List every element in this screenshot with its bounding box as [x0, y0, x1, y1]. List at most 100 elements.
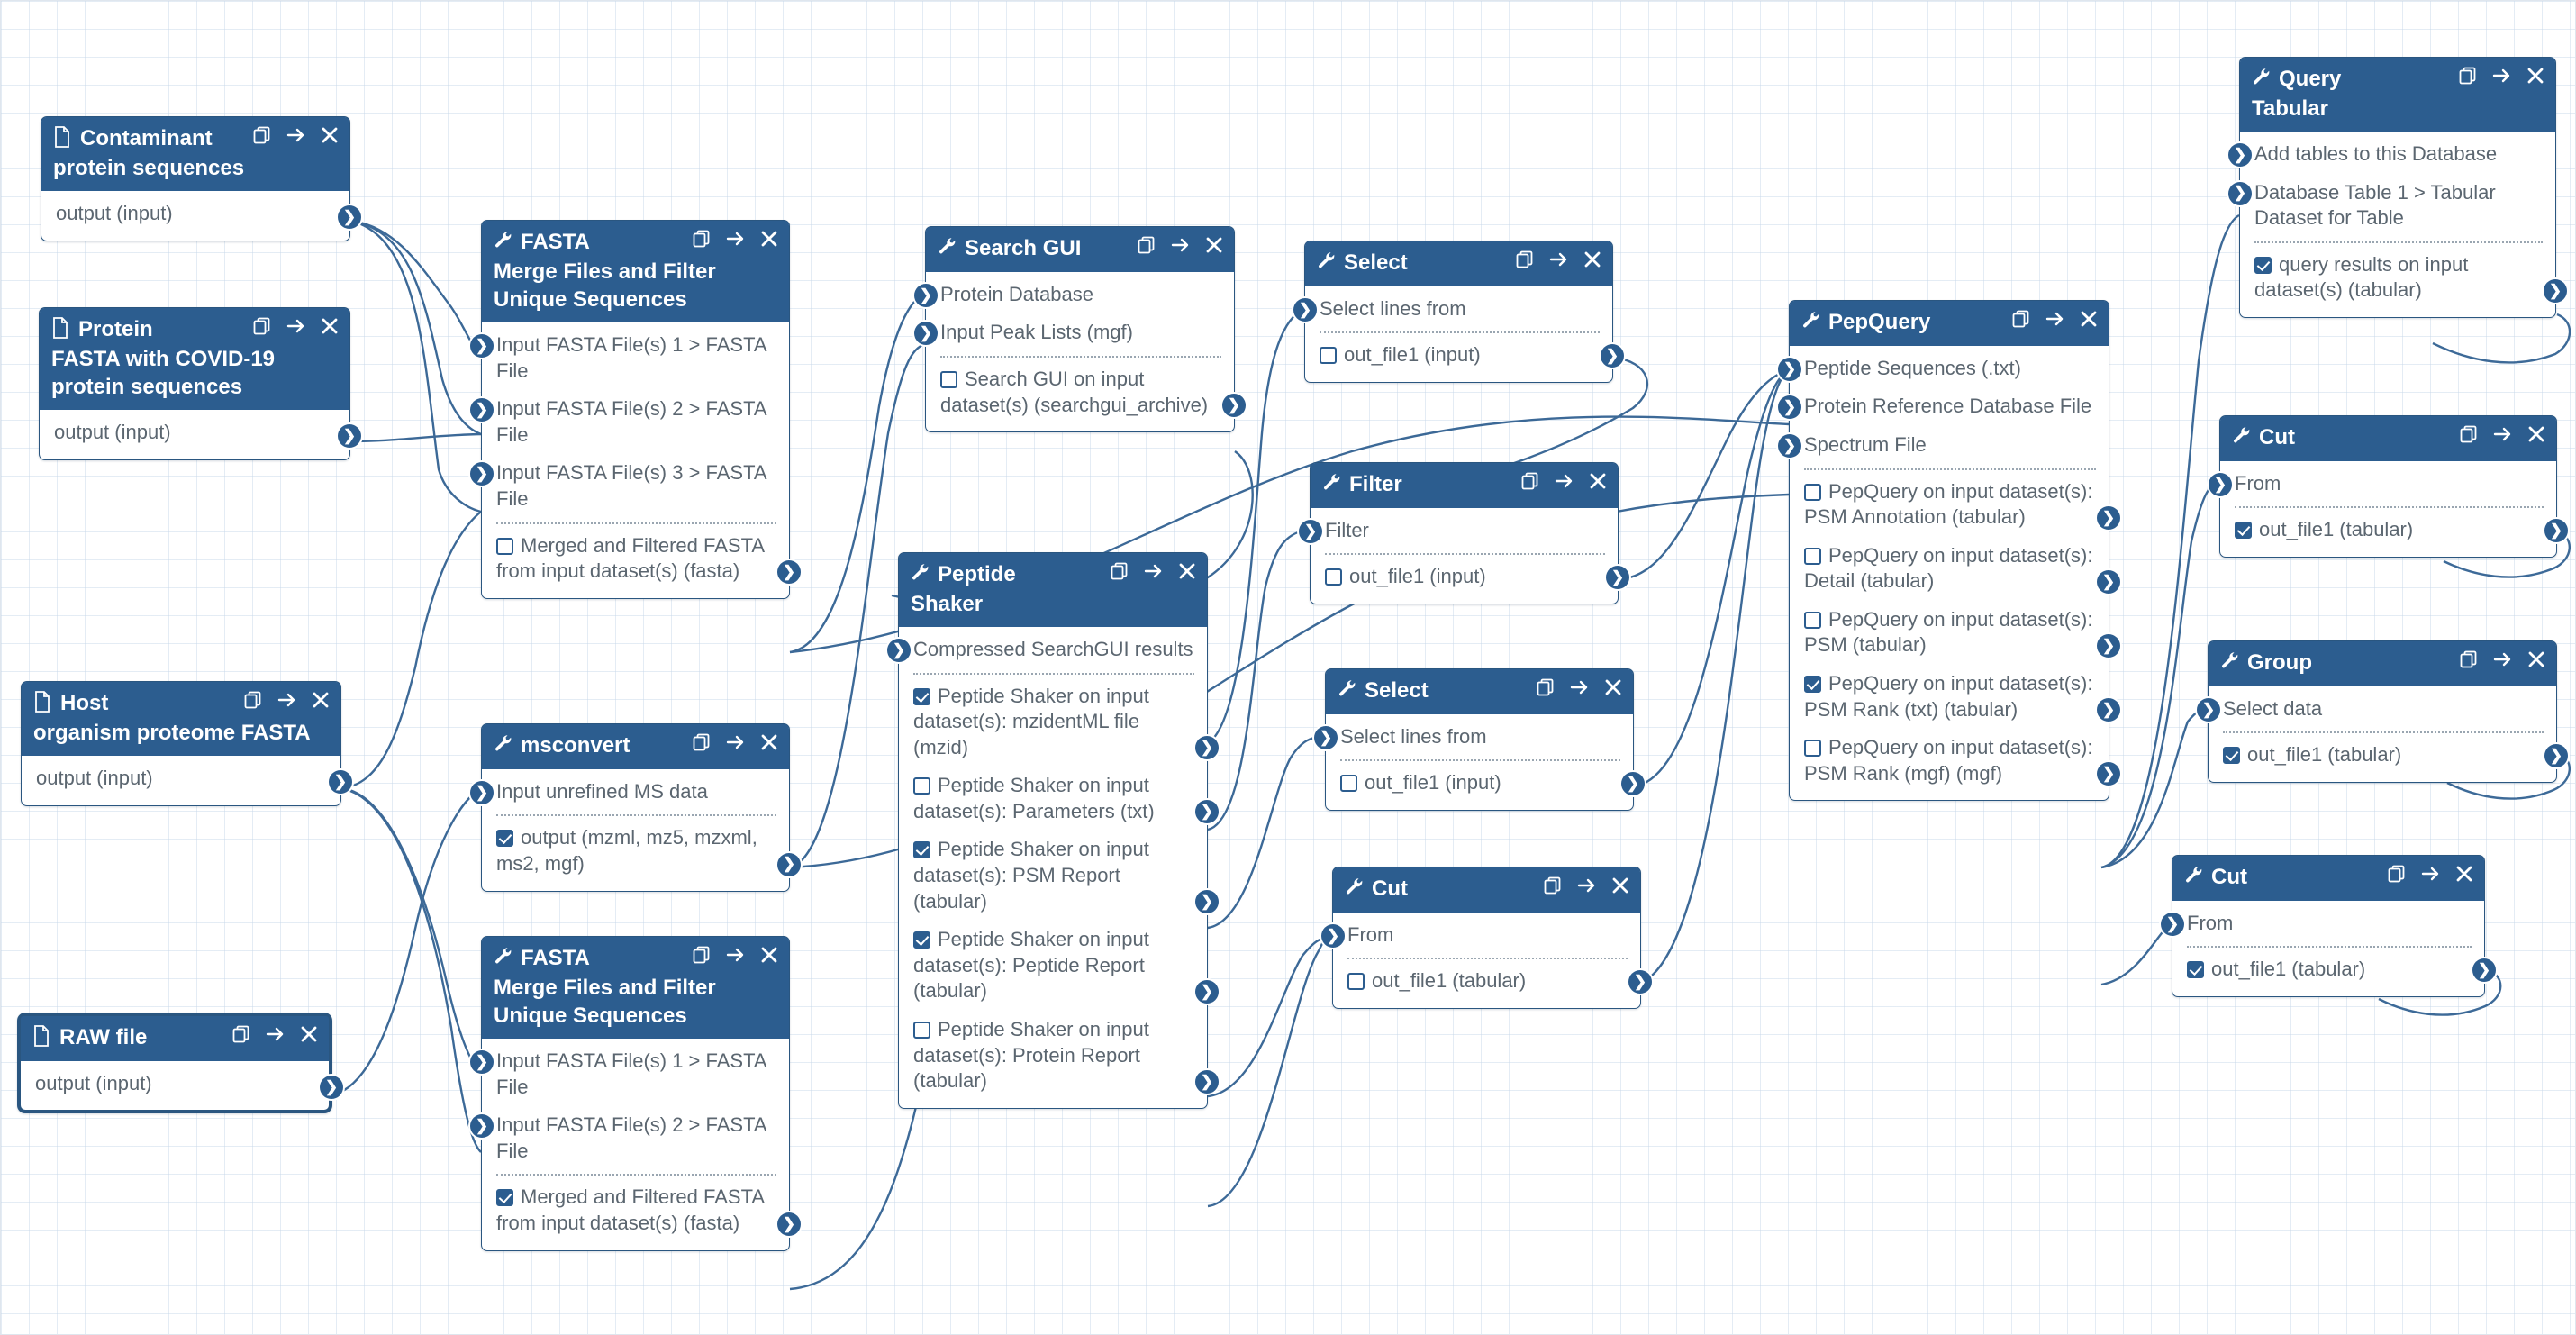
connection-terminal-icon[interactable]: ❯ — [777, 1212, 801, 1236]
output-checkbox[interactable] — [1804, 676, 1821, 694]
input-row[interactable]: Filter ❯ — [1299, 512, 1618, 550]
duplicate-icon[interactable] — [2011, 309, 2031, 329]
close-icon[interactable] — [1589, 472, 1607, 490]
connection-terminal-icon[interactable]: ❯ — [2544, 519, 2568, 543]
input-row[interactable]: Select lines from ❯ — [1314, 718, 1633, 757]
output-row[interactable]: out_file1 (input) ❯ — [1305, 336, 1624, 375]
arrow-right-icon[interactable] — [2045, 309, 2065, 329]
close-icon[interactable] — [321, 126, 339, 144]
output-checkbox[interactable] — [1347, 973, 1365, 991]
duplicate-icon[interactable] — [252, 316, 272, 336]
arrow-right-icon[interactable] — [726, 229, 746, 249]
connection-terminal-icon[interactable]: ❯ — [887, 638, 911, 662]
close-icon[interactable] — [1604, 678, 1622, 696]
output-row[interactable]: output (input) ❯ — [40, 413, 361, 452]
duplicate-icon[interactable] — [252, 125, 272, 145]
output-checkbox[interactable] — [496, 537, 513, 555]
output-checkbox[interactable] — [1804, 547, 1821, 565]
node-header[interactable]: Peptide Shaker — [899, 553, 1207, 627]
output-row[interactable]: out_file1 (tabular) ❯ — [2220, 511, 2568, 549]
output-checkbox[interactable] — [1320, 347, 1337, 365]
connection-terminal-icon[interactable]: ❯ — [470, 398, 494, 422]
node-fasta-merge-2[interactable]: FASTA Merge Files and Filter Unique Sequ… — [470, 936, 801, 1251]
close-icon[interactable] — [2527, 650, 2545, 668]
duplicate-icon[interactable] — [1536, 677, 1556, 697]
output-row[interactable]: query results on input dataset(s) (tabul… — [2240, 246, 2567, 310]
output-checkbox[interactable] — [2187, 961, 2204, 979]
node-header[interactable]: FASTA Merge Files and Filter Unique Sequ… — [482, 221, 789, 323]
node-header[interactable]: Cut — [2172, 856, 2484, 901]
output-checkbox[interactable] — [1804, 483, 1821, 501]
connection-terminal-icon[interactable]: ❯ — [1321, 923, 1345, 948]
node-group[interactable]: Group Select data ❯ out_file1 (tabular) … — [2197, 640, 2568, 783]
input-row[interactable]: Peptide Sequences (.txt) ❯ — [1778, 350, 2109, 388]
connection-terminal-icon[interactable]: ❯ — [1606, 566, 1629, 590]
connection-terminal-icon[interactable]: ❯ — [1314, 725, 1338, 749]
input-row[interactable]: Input unrefined MS data ❯ — [470, 773, 789, 812]
output-row[interactable]: Peptide Shaker on input dataset(s): Pept… — [899, 921, 1219, 1011]
arrow-right-icon[interactable] — [266, 1024, 286, 1044]
output-checkbox[interactable] — [2254, 256, 2272, 274]
node-query-tabular[interactable]: Query Tabular Add tables to this Databas… — [2228, 57, 2567, 318]
node-select-2[interactable]: Select Select lines from ❯ out_file1 (in… — [1314, 668, 1645, 811]
arrow-right-icon[interactable] — [726, 732, 746, 752]
node-header[interactable]: Host organism proteome FASTA — [22, 682, 340, 756]
arrow-right-icon[interactable] — [286, 316, 306, 336]
node-protein[interactable]: Protein FASTA with COVID-19 protein sequ… — [39, 307, 361, 460]
duplicate-icon[interactable] — [2459, 649, 2479, 669]
duplicate-icon[interactable] — [2387, 864, 2407, 884]
close-icon[interactable] — [312, 691, 330, 709]
close-icon[interactable] — [1178, 562, 1196, 580]
node-select-1[interactable]: Select Select lines from ❯ out_file1 (in… — [1293, 241, 1624, 383]
duplicate-icon[interactable] — [2459, 424, 2479, 444]
node-header[interactable]: PepQuery — [1790, 301, 2109, 346]
connection-terminal-icon[interactable]: ❯ — [2209, 472, 2232, 496]
connection-terminal-icon[interactable]: ❯ — [1628, 970, 1652, 994]
node-peptide-shaker[interactable]: Peptide Shaker Compressed SearchGUI resu… — [887, 552, 1219, 1109]
output-checkbox[interactable] — [913, 1022, 930, 1040]
node-header[interactable]: Contaminant protein sequences — [41, 117, 349, 191]
input-row[interactable]: Input FASTA File(s) 1 > FASTA File ❯ — [470, 1042, 789, 1106]
connection-terminal-icon[interactable]: ❯ — [777, 559, 801, 584]
close-icon[interactable] — [1205, 236, 1223, 254]
node-header[interactable]: Filter — [1311, 463, 1618, 508]
connection-terminal-icon[interactable]: ❯ — [329, 769, 352, 794]
output-checkbox[interactable] — [913, 777, 930, 795]
output-row[interactable]: Peptide Shaker on input dataset(s): PSM … — [899, 831, 1219, 921]
input-row[interactable]: Compressed SearchGUI results ❯ — [887, 631, 1207, 669]
connection-terminal-icon[interactable]: ❯ — [2097, 634, 2120, 658]
output-row[interactable]: PepQuery on input dataset(s): Detail (ta… — [1790, 537, 2120, 601]
output-checkbox[interactable] — [496, 1189, 513, 1207]
node-header[interactable]: Cut — [1333, 867, 1640, 913]
input-row[interactable]: From ❯ — [2161, 904, 2484, 943]
connection-terminal-icon[interactable]: ❯ — [2097, 505, 2120, 530]
input-row[interactable]: Add tables to this Database ❯ — [2228, 135, 2555, 174]
input-row[interactable]: Spectrum File ❯ — [1778, 426, 2109, 465]
input-row[interactable]: From ❯ — [2209, 465, 2556, 504]
arrow-right-icon[interactable] — [2493, 649, 2513, 669]
output-row[interactable]: out_file1 (tabular) ❯ — [1333, 962, 1652, 1001]
duplicate-icon[interactable] — [1543, 876, 1563, 895]
output-row[interactable]: PepQuery on input dataset(s): PSM Annota… — [1790, 473, 2120, 537]
connection-terminal-icon[interactable]: ❯ — [777, 852, 801, 876]
output-row[interactable]: Search GUI on input dataset(s) (searchgu… — [926, 360, 1246, 424]
duplicate-icon[interactable] — [243, 690, 263, 710]
workflow-canvas[interactable]: Contaminant protein sequences output (in… — [0, 0, 2576, 1335]
connection-terminal-icon[interactable]: ❯ — [470, 780, 494, 804]
node-header[interactable]: Protein FASTA with COVID-19 protein sequ… — [40, 308, 349, 411]
connection-terminal-icon[interactable]: ❯ — [1195, 890, 1219, 914]
connection-terminal-icon[interactable]: ❯ — [470, 334, 494, 359]
output-row[interactable]: out_file1 (input) ❯ — [1326, 764, 1645, 803]
node-header[interactable]: RAW file — [21, 1016, 329, 1061]
connection-terminal-icon[interactable]: ❯ — [338, 204, 361, 229]
output-row[interactable]: out_file1 (tabular) ❯ — [2209, 736, 2568, 775]
connection-terminal-icon[interactable]: ❯ — [1601, 344, 1624, 368]
connection-terminal-icon[interactable]: ❯ — [2228, 142, 2252, 167]
node-contaminant[interactable]: Contaminant protein sequences output (in… — [41, 116, 361, 241]
output-row[interactable]: output (input) ❯ — [41, 195, 361, 233]
node-cut-2[interactable]: Cut From ❯ out_file1 (tabular) ❯ — [2209, 415, 2568, 558]
connection-terminal-icon[interactable]: ❯ — [470, 1114, 494, 1139]
connection-terminal-icon[interactable]: ❯ — [914, 322, 938, 346]
output-checkbox[interactable] — [2223, 747, 2240, 765]
output-checkbox[interactable] — [913, 841, 930, 859]
